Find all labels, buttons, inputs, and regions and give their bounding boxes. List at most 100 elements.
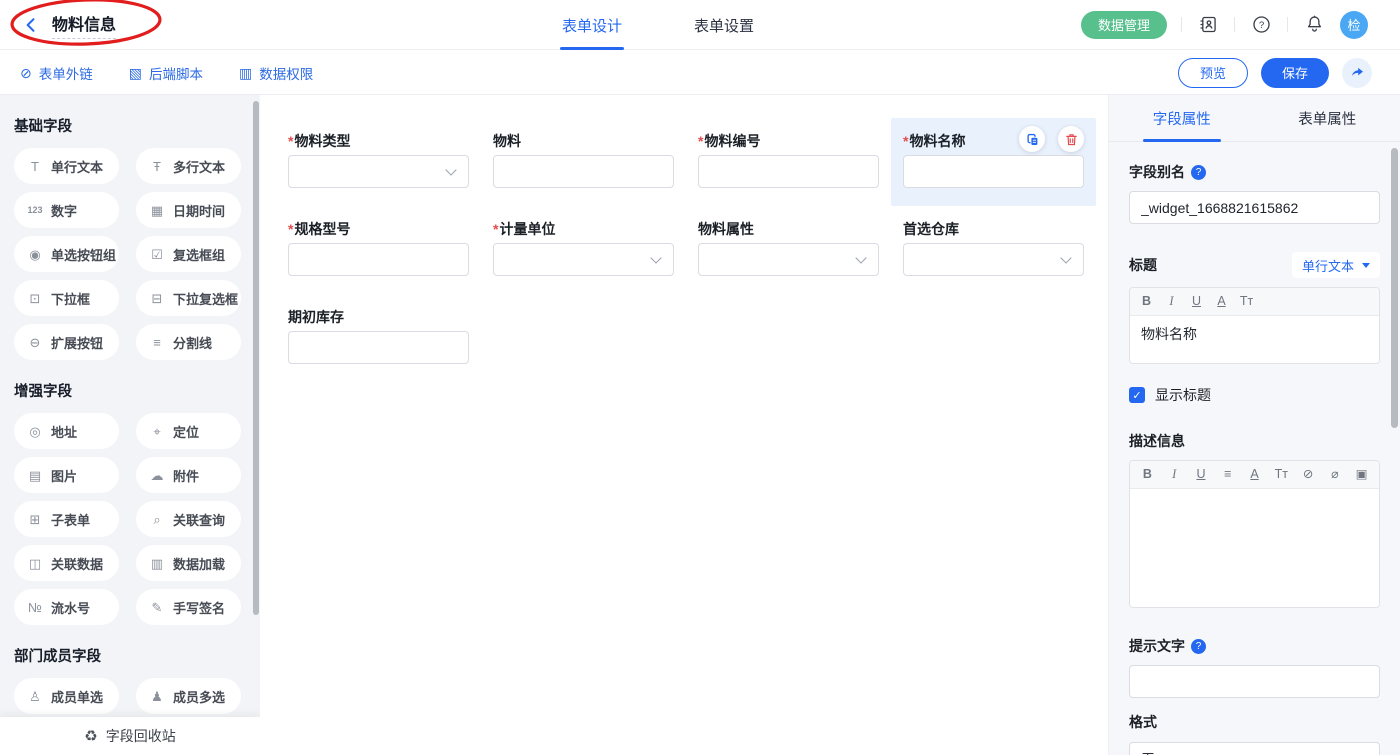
palette-field-item[interactable]: ▤ 图片 [14,457,119,493]
field-alias-help-icon[interactable] [1191,165,1206,180]
canvas-field[interactable]: 物料 [481,118,686,206]
show-title-checkbox[interactable] [1129,387,1145,403]
font-size-icon[interactable]: Tᴛ [1234,295,1259,308]
canvas-field-control[interactable] [698,155,879,188]
description-editor: BIU≡ATᴛ⊘⌀▣ [1129,460,1380,608]
palette-field-item[interactable]: ⊡ 下拉框 [14,280,119,316]
palette-field-item[interactable]: ▥ 数据加载 [136,545,241,581]
palette-field-item[interactable]: ♟ 成员多选 [136,678,241,714]
palette-field-item[interactable]: ▦ 日期时间 [136,192,241,228]
canvas-field[interactable]: 物料编号 [686,118,891,206]
canvas-field[interactable]: 计量单位 [481,206,686,294]
palette-field-item[interactable]: ⌖ 定位 [136,413,241,449]
canvas-field-control[interactable] [698,243,879,276]
canvas-field-control[interactable] [903,243,1084,276]
toolbar-link[interactable]: ▥ 数据权限 [239,63,313,83]
tab-field-properties[interactable]: 字段属性 [1109,95,1255,141]
help-icon[interactable]: ? [1249,13,1273,37]
data-manage-button[interactable]: 数据管理 [1081,11,1167,39]
field-type-select[interactable]: 单行文本 [1292,252,1380,278]
palette-field-item[interactable]: ⊞ 子表单 [14,501,119,537]
palette-field-item[interactable]: ☁ 附件 [136,457,241,493]
unlink-icon[interactable]: ⌀ [1321,468,1348,481]
palette-field-item[interactable]: ≡ 分割线 [136,324,241,360]
font-color-icon[interactable]: A [1241,468,1268,481]
palette-field-item[interactable]: ◎ 地址 [14,413,119,449]
palette-field-item[interactable]: ⌕ 关联查询 [136,501,241,537]
recycle-label: 字段回收站 [106,726,176,746]
bold-icon[interactable]: B [1134,468,1161,481]
canvas-field-control[interactable] [288,243,469,276]
member-multi-icon: ♟ [149,690,165,703]
align-icon[interactable]: ≡ [1214,468,1241,481]
palette-field-label: 子表单 [51,510,90,529]
copy-field-button[interactable] [1019,126,1045,152]
toolbar-link[interactable]: ⊘ 表单外链 [20,63,93,83]
palette-field-label: 关联数据 [51,554,103,573]
canvas-field[interactable]: 物料属性 [686,206,891,294]
canvas-field-control[interactable] [288,155,469,188]
palette-field-item[interactable]: ♙ 成员单选 [14,678,119,714]
inspector-scrollbar[interactable] [1391,148,1398,428]
contacts-book-icon[interactable] [1196,13,1220,37]
canvas-field[interactable]: 首选仓库 [891,206,1096,294]
bell-icon[interactable] [1302,13,1326,37]
subform-icon: ⊞ [27,513,43,526]
title-editor: BIUATᴛ 物料名称 [1129,287,1380,364]
description-editor-content[interactable] [1130,489,1379,607]
format-select[interactable]: 无 [1129,742,1380,755]
italic-icon[interactable]: I [1159,295,1184,308]
font-size-icon[interactable]: Tᴛ [1268,468,1295,481]
palette-field-item[interactable]: ✎ 手写签名 [136,589,241,625]
underline-icon[interactable]: U [1184,295,1209,308]
trash-icon [1064,132,1079,147]
palette-field-item[interactable]: ◉ 单选按钮组 [14,236,119,272]
tab-form-design[interactable]: 表单设计 [560,0,624,50]
palette-field-item[interactable]: 123 数字 [14,192,119,228]
bold-icon[interactable]: B [1134,295,1159,308]
back-button[interactable] [20,14,42,36]
tab-form-properties[interactable]: 表单属性 [1255,95,1400,141]
toolbar-link[interactable]: ▧ 后端脚本 [129,63,203,83]
show-title-toggle[interactable]: 显示标题 [1129,385,1380,405]
preview-button[interactable]: 预览 [1178,58,1248,88]
title-editor-content[interactable]: 物料名称 [1130,316,1379,363]
palette-field-item[interactable]: ☑ 复选框组 [136,236,241,272]
tab-form-settings[interactable]: 表单设置 [692,0,756,50]
palette-field-item[interactable]: ⊖ 扩展按钮 [14,324,119,360]
canvas-field-control[interactable] [493,155,674,188]
canvas-field-control[interactable] [903,155,1084,188]
form-toolbar: ⊘ 表单外链 ▧ 后端脚本 ▥ 数据权限 预览 保存 [0,51,1400,95]
canvas-field-control[interactable] [288,331,469,364]
palette-field-item[interactable]: ◫ 关联数据 [14,545,119,581]
share-arrow-icon [1349,64,1366,81]
canvas-field[interactable]: 物料类型 [276,118,481,206]
user-avatar[interactable]: 检 [1340,11,1368,39]
form-design-canvas[interactable]: 物料类型 [260,95,1108,755]
palette-field-item[interactable]: Ŧ 多行文本 [136,148,241,184]
delete-field-button[interactable] [1058,126,1084,152]
underline-icon[interactable]: U [1188,468,1215,481]
sidebar-scrollbar[interactable] [253,101,259,615]
hint-text-input[interactable] [1129,665,1380,698]
section-title-member: 部门成员字段 [14,645,246,666]
insert-image-icon[interactable]: ▣ [1348,468,1375,481]
form-external-link-icon: ⊘ [20,66,32,80]
palette-field-item[interactable]: № 流水号 [14,589,119,625]
field-recycle-bin[interactable]: ♻ 字段回收站 [0,717,260,755]
font-color-icon[interactable]: A [1209,295,1234,308]
share-button[interactable] [1342,58,1372,88]
canvas-field[interactable]: 规格型号 [276,206,481,294]
field-alias-input[interactable] [1129,191,1380,224]
canvas-field-label: 物料 [493,131,674,152]
save-button[interactable]: 保存 [1261,58,1329,88]
link-icon[interactable]: ⊘ [1295,468,1322,481]
palette-field-item[interactable]: ⊟ 下拉复选框 [136,280,241,316]
form-title[interactable]: 物料信息 [52,11,116,39]
canvas-field[interactable]: 期初库存 [276,294,481,382]
canvas-field[interactable]: 物料名称 [891,118,1096,206]
italic-icon[interactable]: I [1161,468,1188,481]
canvas-field-control[interactable] [493,243,674,276]
palette-field-item[interactable]: T 单行文本 [14,148,119,184]
hint-text-help-icon[interactable] [1191,639,1206,654]
